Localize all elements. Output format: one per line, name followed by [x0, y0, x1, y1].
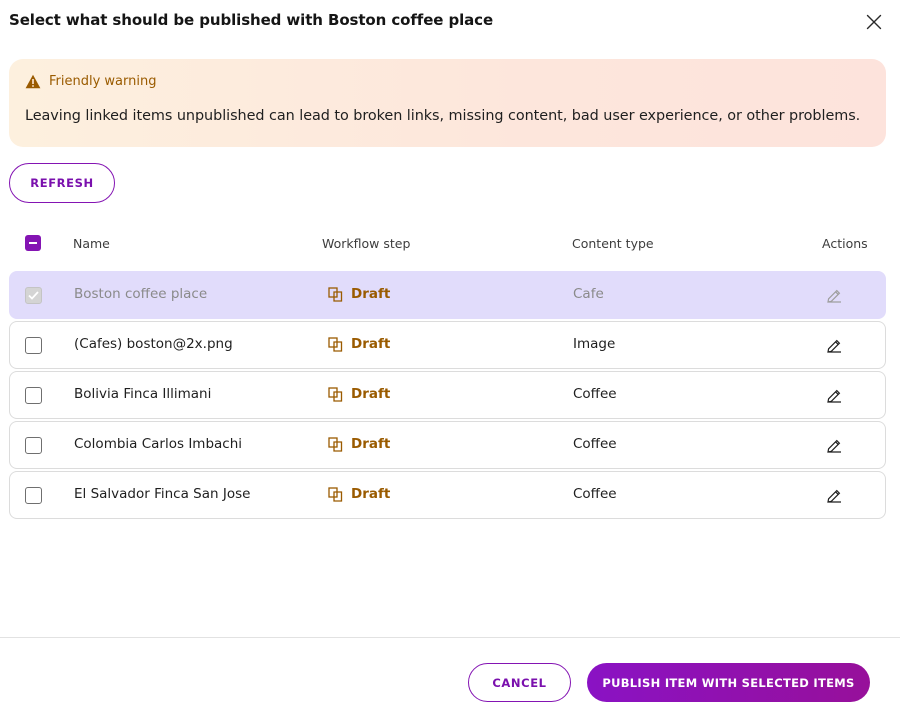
row-checkbox[interactable] — [25, 337, 42, 354]
table-row: (Cafes) boston@2x.png Draft Image — [9, 321, 886, 369]
close-icon — [866, 14, 882, 30]
column-header-name[interactable]: Name — [73, 236, 110, 251]
dialog-title: Select what should be published with Bos… — [9, 11, 494, 29]
edit-pencil-icon — [827, 289, 841, 303]
table-row: Colombia Carlos Imbachi Draft Coffee — [9, 421, 886, 469]
warning-title: Friendly warning — [49, 74, 157, 89]
check-icon — [28, 291, 39, 300]
edit-button — [824, 286, 844, 306]
refresh-button[interactable]: REFRESH — [9, 163, 115, 203]
publish-button[interactable]: PUBLISH ITEM WITH SELECTED ITEMS — [587, 663, 870, 702]
edit-button[interactable] — [824, 336, 844, 356]
workflow-label: Draft — [351, 486, 391, 502]
warning-header: Friendly warning — [25, 74, 156, 89]
dialog-header: Select what should be published with Bos… — [0, 0, 900, 48]
edit-pencil-icon — [827, 339, 841, 353]
workflow-step-icon — [328, 286, 343, 302]
row-workflow: Draft — [328, 286, 390, 302]
workflow-step-icon — [328, 386, 343, 402]
workflow-step-icon — [328, 336, 343, 352]
row-name: El Salvador Finca San Jose — [74, 486, 251, 502]
table-row: Bolivia Finca Illimani Draft Coffee — [9, 371, 886, 419]
table-header: Name Workflow step Content type Actions — [9, 228, 886, 258]
row-name: Colombia Carlos Imbachi — [74, 436, 243, 452]
row-workflow: Draft — [328, 336, 390, 352]
edit-pencil-icon — [827, 389, 841, 403]
row-workflow: Draft — [328, 386, 390, 402]
warning-message: Leaving linked items unpublished can lea… — [25, 108, 861, 124]
edit-pencil-icon — [827, 439, 841, 453]
workflow-label: Draft — [351, 336, 391, 352]
workflow-label: Draft — [351, 286, 391, 302]
row-checkbox — [25, 287, 42, 304]
row-content-type: Coffee — [573, 486, 617, 502]
warning-triangle-icon — [25, 74, 41, 89]
row-workflow: Draft — [328, 486, 390, 502]
row-checkbox[interactable] — [25, 437, 42, 454]
row-name: Boston coffee place — [74, 286, 208, 302]
row-workflow: Draft — [328, 436, 390, 452]
row-content-type: Coffee — [573, 436, 617, 452]
table-row: Boston coffee place Draft Cafe — [9, 271, 886, 319]
table-row: El Salvador Finca San Jose Draft Coffee — [9, 471, 886, 519]
row-checkbox[interactable] — [25, 387, 42, 404]
row-checkbox[interactable] — [25, 487, 42, 504]
workflow-step-icon — [328, 436, 343, 452]
column-header-workflow[interactable]: Workflow step — [322, 236, 410, 251]
row-name: Bolivia Finca Illimani — [74, 386, 212, 402]
edit-button[interactable] — [824, 486, 844, 506]
row-name: (Cafes) boston@2x.png — [74, 336, 233, 352]
edit-button[interactable] — [824, 436, 844, 456]
row-content-type: Coffee — [573, 386, 617, 402]
cancel-button[interactable]: CANCEL — [468, 663, 571, 702]
dialog-footer: CANCEL PUBLISH ITEM WITH SELECTED ITEMS — [0, 637, 900, 713]
warning-banner: Friendly warning Leaving linked items un… — [9, 59, 886, 147]
column-header-content-type[interactable]: Content type — [572, 236, 654, 251]
column-header-actions: Actions — [822, 236, 868, 251]
row-content-type: Cafe — [573, 286, 604, 302]
edit-pencil-icon — [827, 489, 841, 503]
workflow-label: Draft — [351, 386, 391, 402]
workflow-step-icon — [328, 486, 343, 502]
edit-button[interactable] — [824, 386, 844, 406]
row-content-type: Image — [573, 336, 616, 352]
workflow-label: Draft — [351, 436, 391, 452]
select-all-checkbox[interactable] — [25, 235, 41, 251]
close-button[interactable] — [862, 10, 886, 34]
